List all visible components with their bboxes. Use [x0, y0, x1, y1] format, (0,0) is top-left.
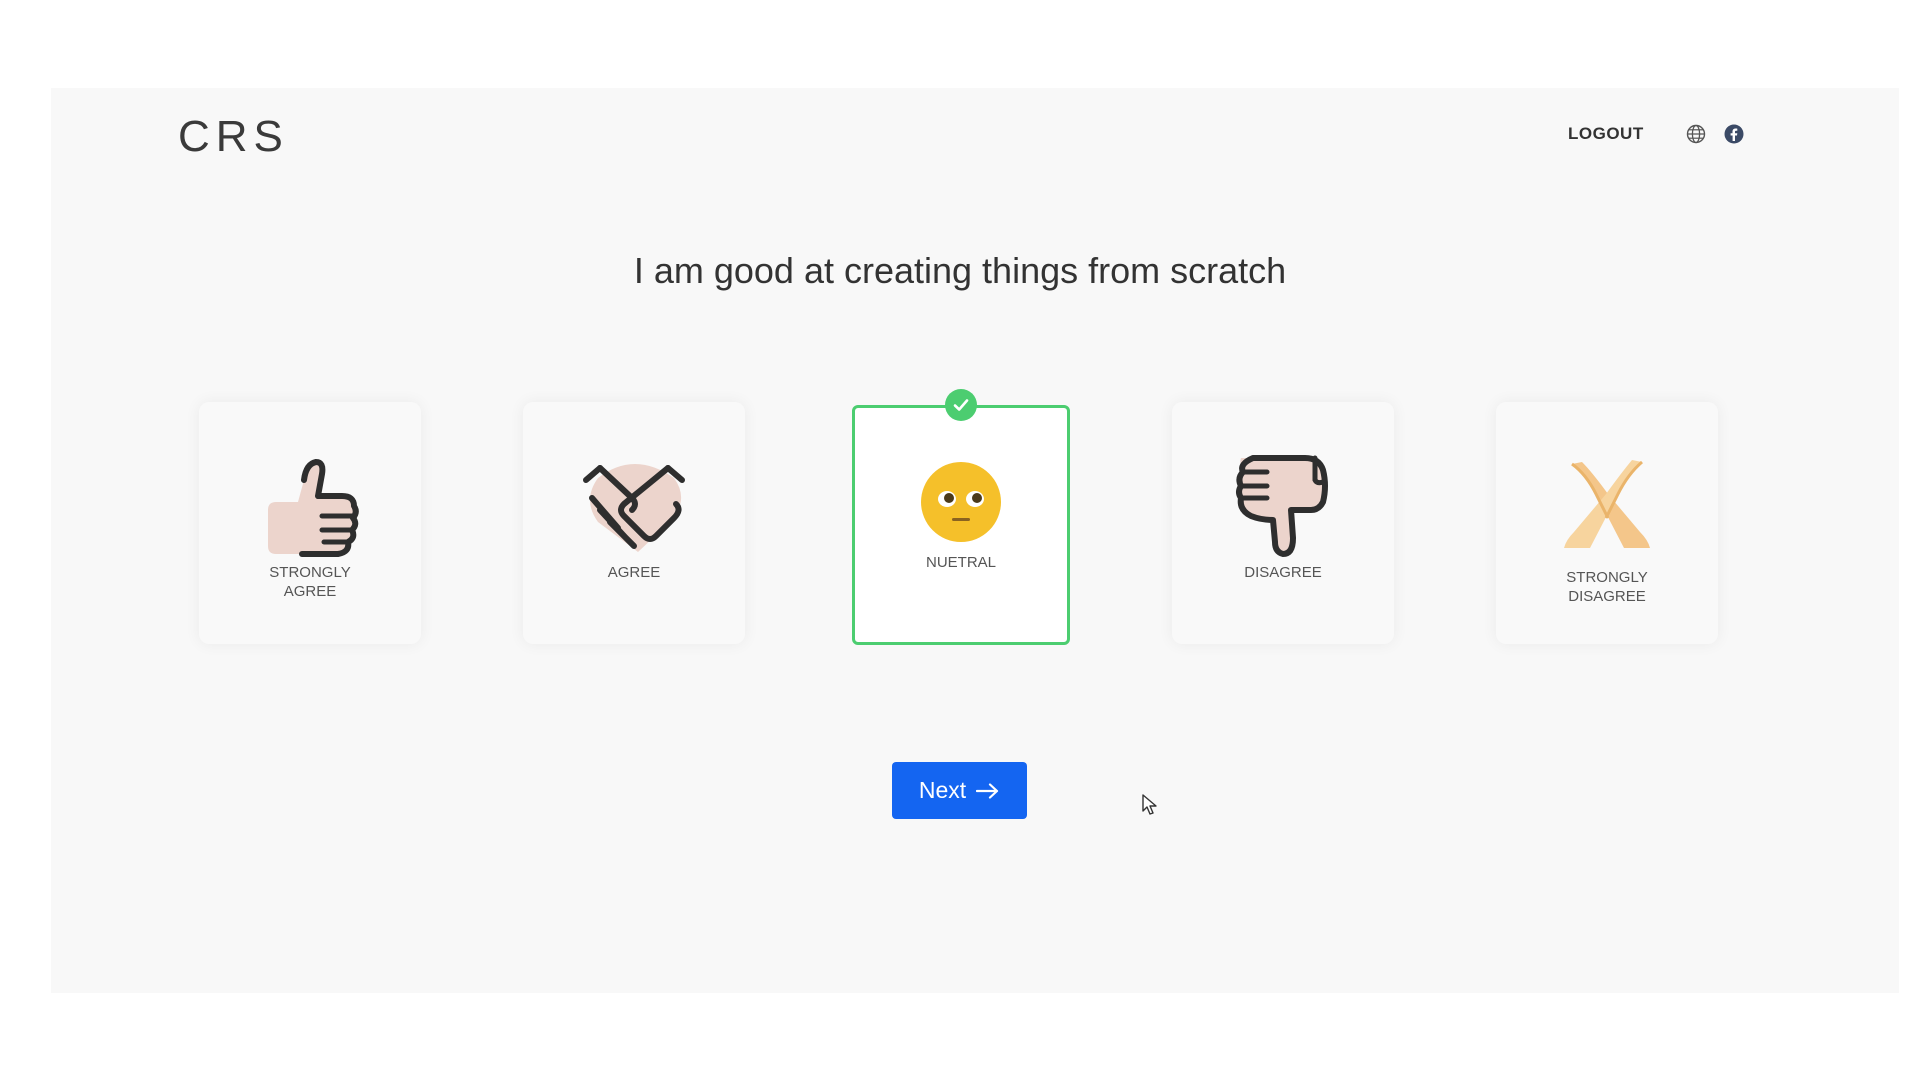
header-actions: LOGOUT — [1568, 124, 1744, 144]
option-strongly-agree[interactable]: STRONGLY AGREE — [199, 402, 421, 644]
option-agree[interactable]: AGREE — [523, 402, 745, 644]
next-button[interactable]: Next — [892, 762, 1027, 819]
option-label: NUETRAL — [925, 554, 996, 571]
brand-logo[interactable]: CRS — [178, 112, 289, 162]
checkmark-icon — [945, 389, 977, 421]
thumbs-up-icon — [258, 450, 362, 567]
option-label: DISAGREE — [1244, 564, 1322, 581]
option-label: AGREE — [607, 564, 661, 581]
question-text: I am good at creating things from scratc… — [633, 250, 1287, 291]
option-neutral[interactable]: NUETRAL — [852, 389, 1070, 645]
handshake-icon — [578, 456, 690, 561]
thumbs-down-icon — [1231, 450, 1335, 567]
logout-link[interactable]: LOGOUT — [1568, 124, 1644, 144]
globe-icon[interactable] — [1686, 124, 1706, 144]
option-disagree[interactable]: DISAGREE — [1172, 402, 1394, 644]
next-button-label: Next — [918, 777, 967, 803]
arrow-right-icon — [976, 782, 999, 799]
crossed-hands-icon — [1562, 460, 1652, 557]
neutral-face-icon — [920, 461, 1002, 548]
mouse-cursor-icon — [1142, 794, 1158, 821]
option-label: STRONGLY DISAGREE — [1566, 569, 1648, 605]
facebook-icon[interactable] — [1724, 124, 1744, 144]
option-strongly-disagree[interactable]: STRONGLY DISAGREE — [1496, 402, 1718, 644]
option-label: STRONGLY AGREE — [269, 564, 351, 600]
